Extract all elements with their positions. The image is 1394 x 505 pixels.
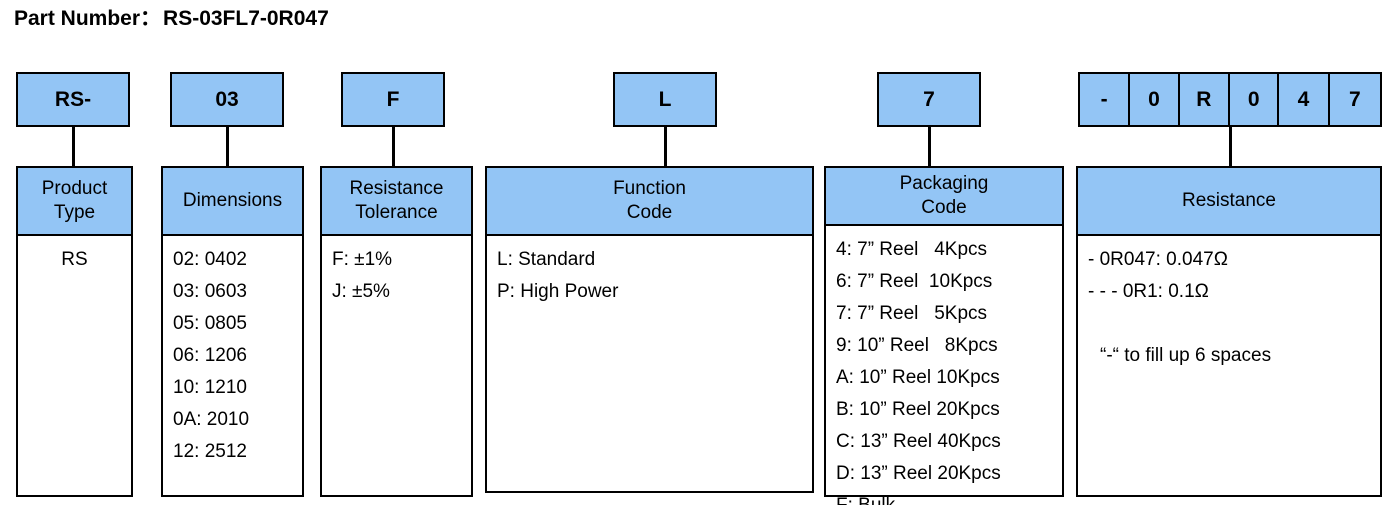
list-item: 03: 0603 [173,281,247,302]
code-box-dimensions: 03 [170,72,284,127]
code-box-resistance-tolerance: F [341,72,445,127]
list-item: 05: 0805 [173,313,247,334]
code-cell-resistance-1: - [1080,74,1131,125]
column-header-product-type: Product Type [18,168,131,236]
connector-resistance [1229,127,1232,166]
connector-packaging-code [928,127,931,166]
column-header-resistance: Resistance [1078,168,1380,236]
list-item: D: 13” Reel 20Kpcs [836,463,1001,484]
code-box-packaging-code-value: 7 [923,88,935,111]
list-item: 06: 1206 [173,345,247,366]
code-cell-resistance-3: R [1180,74,1230,125]
list-item: - - - 0R1: 0.1Ω [1088,281,1209,302]
part-number-diagram: Part Number：RS-03FL7-0R047 RS- 03 F L 7 … [0,0,1394,505]
list-item: RS [61,249,88,270]
list-item: 02: 0402 [173,249,247,270]
list-item: - 0R047: 0.047Ω [1088,249,1228,270]
list-item: 10: 1210 [173,377,247,398]
connector-product-type [72,127,75,166]
column-header-resistance-tolerance: Resistance Tolerance [322,168,471,236]
list-item: F: ±1% [332,249,393,270]
list-item: 7: 7” Reel 5Kpcs [836,303,988,324]
code-cell-resistance-5: 4 [1279,74,1330,125]
code-cell-resistance-6: 7 [1348,88,1361,111]
column-product-type: Product Type RS [16,166,133,497]
code-box-product-type: RS- [16,72,130,127]
code-box-function-code-value: L [658,88,672,111]
column-packaging-code: Packaging Code 4: 7” Reel 4Kpcs 6: 7” Re… [824,166,1064,505]
list-item: 9: 10” Reel 8Kpcs [836,335,998,356]
list-item: J: ±5% [332,281,390,302]
list-item: P: High Power [497,281,619,302]
connector-function-code [664,127,667,166]
code-cell-resistance-2: 0 [1130,74,1180,125]
code-box-function-code: L [613,72,717,127]
list-item: A: 10” Reel 10Kpcs [836,367,1000,388]
list-item: 12: 2512 [173,441,247,462]
resistance-note: “-“ to fill up 6 spaces [1100,345,1272,366]
page-title: Part Number：RS-03FL7-0R047 [14,6,329,32]
column-dimensions: Dimensions 02: 0402 03: 0603 05: 0805 06… [161,166,304,497]
column-function-code: Function Code L: Standard P: High Power [485,166,814,493]
page-title-separator: ： [140,7,162,30]
code-box-packaging-code: 7 [877,72,981,127]
column-body-dimensions: 02: 0402 03: 0603 05: 0805 06: 1206 10: … [163,236,302,495]
list-item: F: Bulk [826,490,1062,505]
list-item: L: Standard [497,249,596,270]
list-item: 6: 7” Reel 10Kpcs [836,271,993,292]
column-header-function-code: Function Code [487,168,812,236]
code-cell-resistance-4: 0 [1230,74,1280,125]
code-box-group-resistance: - 0 R 0 4 7 [1078,72,1382,127]
list-item: 0A: 2010 [173,409,250,430]
column-header-packaging-code: Packaging Code [826,168,1062,226]
column-body-resistance-tolerance: F: ±1% J: ±5% [322,236,471,495]
column-resistance-tolerance: Resistance Tolerance F: ±1% J: ±5% [320,166,473,497]
connector-resistance-tolerance [392,127,395,166]
code-box-resistance-tolerance-value: F [386,88,400,111]
column-body-resistance: - 0R047: 0.047Ω - - - 0R1: 0.1Ω “-“ to f… [1078,236,1380,495]
column-header-dimensions: Dimensions [163,168,302,236]
page-title-part-number: RS-03FL7-0R047 [163,7,329,30]
column-body-product-type: RS [18,236,131,495]
code-box-product-type-value: RS- [54,88,92,111]
list-item: B: 10” Reel 20Kpcs [836,399,1000,420]
page-title-label: Part Number [14,7,141,30]
list-item: C: 13” Reel 40Kpcs [836,431,1001,452]
column-resistance: Resistance - 0R047: 0.047Ω - - - 0R1: 0.… [1076,166,1382,497]
column-body-packaging-code: 4: 7” Reel 4Kpcs 6: 7” Reel 10Kpcs 7: 7”… [826,226,1062,505]
connector-dimensions [226,127,229,166]
code-box-dimensions-value: 03 [215,88,239,111]
list-item: 4: 7” Reel 4Kpcs [836,239,988,260]
column-body-function-code: L: Standard P: High Power [487,236,812,491]
